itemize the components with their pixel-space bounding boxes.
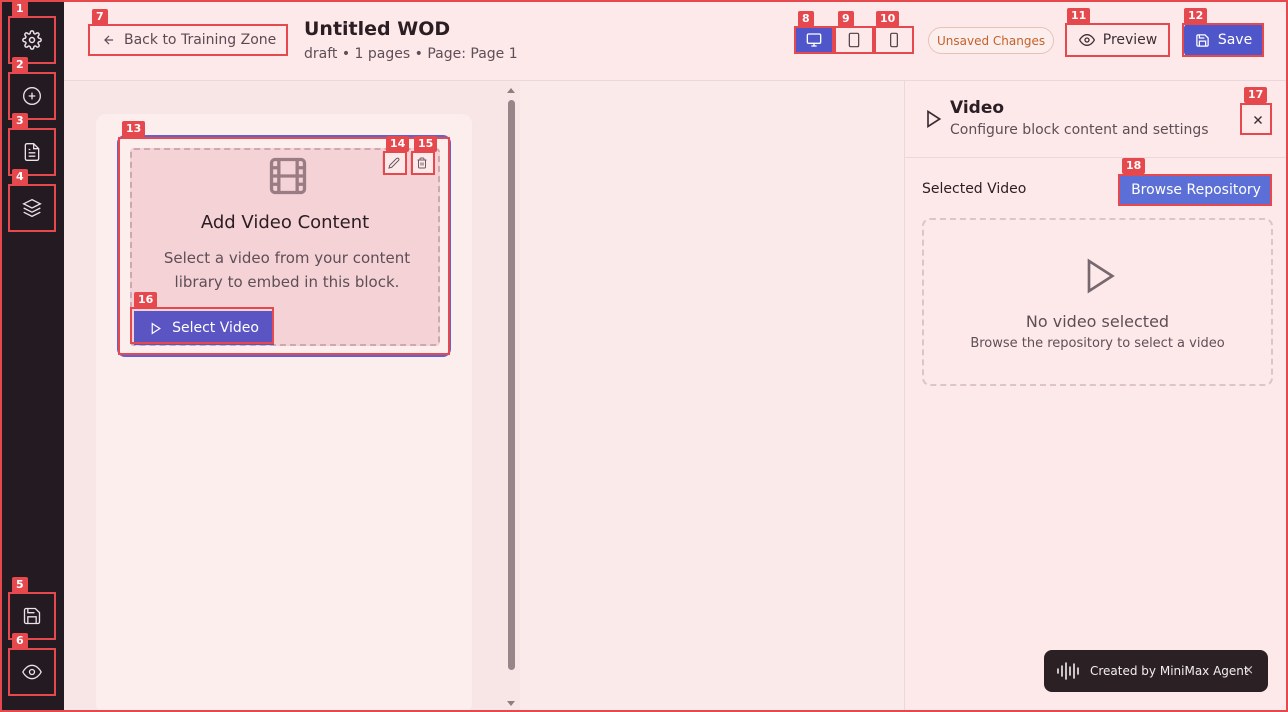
save-button[interactable]: Save [1184, 24, 1263, 56]
eye-icon [1078, 33, 1095, 47]
edit-block-button[interactable] [382, 151, 406, 175]
preview-sidebar-button[interactable] [8, 648, 56, 696]
selected-video-label: Selected Video [922, 181, 1027, 197]
editor-canvas: Add Video Content Select a video from yo… [64, 81, 520, 712]
marker-10: 10 [876, 11, 900, 27]
top-header: Back to Training Zone Untitled WOD draft… [64, 0, 1288, 81]
toast-close-button[interactable]: × [1243, 663, 1254, 678]
arrow-left-icon [104, 35, 114, 45]
pencil-icon [388, 157, 400, 169]
layers-icon [22, 198, 42, 218]
panel-title: Video [950, 98, 1005, 118]
marker-16: 16 [134, 292, 158, 308]
marker-6: 6 [12, 633, 28, 649]
tablet-icon [848, 32, 860, 48]
preview-label: Preview [1102, 32, 1158, 48]
add-video-title: Add Video Content [200, 212, 370, 233]
delete-block-button[interactable] [410, 151, 434, 175]
panel-header: Video Configure block content and settin… [905, 81, 1288, 158]
page-preview: Add Video Content Select a video from yo… [96, 114, 472, 712]
layers-button[interactable] [8, 184, 56, 232]
marker-13: 13 [122, 121, 146, 137]
play-icon [151, 322, 161, 334]
video-placeholder: Add Video Content Select a video from yo… [130, 148, 440, 346]
unsaved-badge: Unsaved Changes [928, 27, 1055, 54]
scrollbar-thumb[interactable] [508, 100, 515, 670]
select-video-label: Select Video [172, 320, 259, 336]
save-label: Save [1217, 32, 1253, 48]
no-video-title: No video selected [1025, 312, 1170, 331]
marker-3: 3 [12, 113, 28, 129]
play-icon [1087, 258, 1115, 294]
marker-7: 7 [92, 9, 108, 25]
close-panel-button[interactable] [1243, 105, 1273, 135]
minimax-toast: Created by MiniMax Agent × [1044, 650, 1268, 692]
play-icon [927, 109, 942, 129]
marker-17: 17 [1244, 87, 1268, 103]
mobile-view-button[interactable] [874, 26, 914, 54]
gear-icon [22, 30, 42, 50]
no-video-subtitle: Browse the repository to select a video [970, 336, 1225, 351]
canvas-background [520, 81, 904, 712]
monitor-icon [806, 33, 822, 47]
video-block[interactable]: Add Video Content Select a video from yo… [117, 135, 451, 357]
page-subtitle: draft • 1 pages • Page: Page 1 [304, 46, 518, 62]
toast-label: Created by MiniMax Agent [1090, 664, 1249, 678]
select-video-button[interactable]: Select Video [134, 311, 274, 345]
back-label: Back to Training Zone [124, 32, 277, 48]
scroll-up-arrow[interactable] [507, 88, 515, 93]
film-icon [269, 157, 307, 195]
marker-5: 5 [12, 577, 28, 593]
marker-11: 11 [1067, 8, 1091, 24]
save-icon [1196, 33, 1209, 47]
marker-9: 9 [838, 11, 854, 27]
marker-14: 14 [386, 136, 410, 152]
marker-2: 2 [12, 57, 28, 73]
tablet-view-button[interactable] [834, 26, 874, 54]
canvas-scrollbar[interactable] [506, 86, 516, 706]
scroll-down-arrow[interactable] [507, 701, 515, 706]
back-button[interactable]: Back to Training Zone [90, 24, 286, 56]
no-video-placeholder: No video selected Browse the repository … [922, 218, 1273, 386]
sound-wave-icon [1057, 662, 1079, 680]
plus-circle-icon [23, 87, 41, 105]
marker-15: 15 [414, 136, 438, 152]
add-video-description: Select a video from your content library… [163, 249, 411, 291]
browse-repository-button[interactable]: Browse Repository [1120, 175, 1272, 205]
eye-icon [22, 664, 42, 680]
marker-8: 8 [798, 11, 814, 27]
page-title: Untitled WOD [304, 18, 451, 40]
marker-18: 18 [1122, 158, 1146, 174]
trash-icon [417, 157, 427, 169]
properties-panel: Video Configure block content and settin… [904, 81, 1288, 712]
marker-12: 12 [1184, 8, 1208, 24]
sidebar [0, 0, 64, 712]
panel-subtitle: Configure block content and settings [950, 122, 1209, 138]
preview-button[interactable]: Preview [1067, 24, 1169, 56]
save-icon [23, 607, 41, 625]
document-icon [24, 143, 40, 161]
smartphone-icon [890, 32, 898, 48]
marker-1: 1 [12, 1, 28, 17]
close-icon [1254, 116, 1262, 124]
marker-4: 4 [12, 169, 28, 185]
desktop-view-button[interactable] [794, 26, 834, 54]
